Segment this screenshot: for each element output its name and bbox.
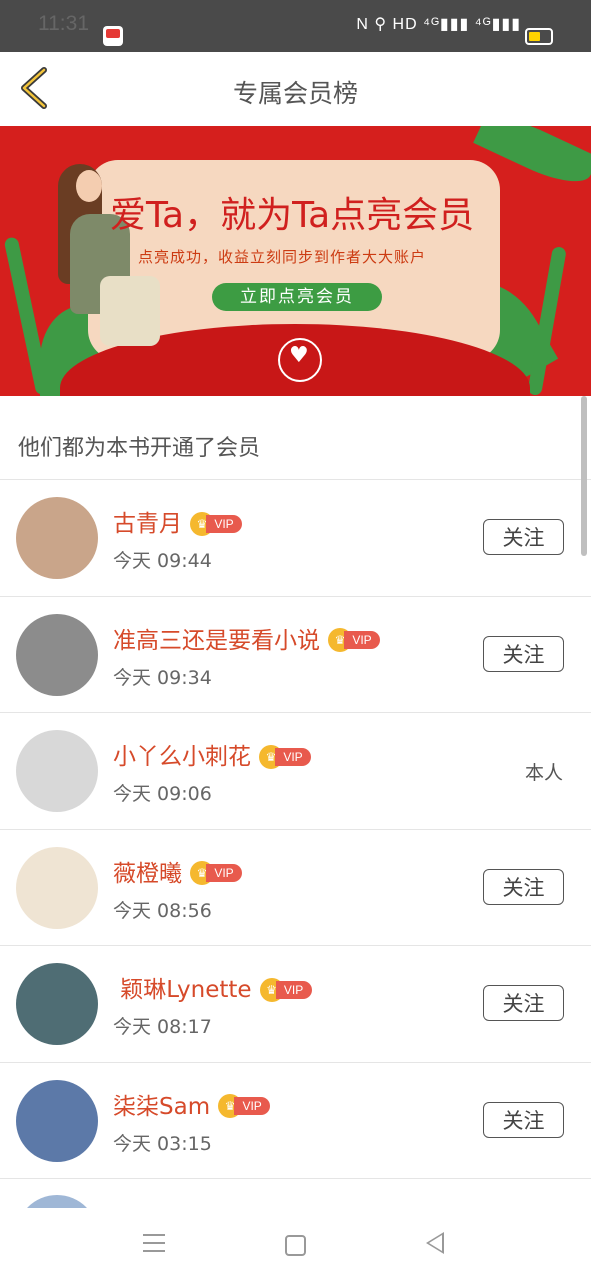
- member-name[interactable]: ⁡ 颖琳Lynette ♛ VIP: [113, 970, 312, 1004]
- list-item[interactable]: 小丫么小刺花 ♛ VIP 今天 09:06 本人: [0, 713, 591, 829]
- member-name[interactable]: 薇橙曦 ♛ VIP: [113, 854, 242, 888]
- follow-button[interactable]: 关注: [483, 985, 564, 1021]
- vip-label: VIP: [206, 864, 242, 882]
- join-time: 今天 09:44: [113, 550, 212, 572]
- vip-label: VIP: [275, 747, 311, 766]
- member-name[interactable]: 柒柒Sam ♛ VIP: [113, 1087, 271, 1121]
- promo-banner[interactable]: 爱Ta，就为Ta点亮会员 点亮成功，收益立刻同步到作者大大账户 立即点亮会员: [0, 126, 591, 396]
- status-indicators: N ⚲ HD ⁴ᴳ▮▮▮ ⁴ᴳ▮▮▮: [356, 16, 521, 33]
- join-time: 今天 08:17: [113, 1016, 212, 1038]
- activate-membership-button[interactable]: 立即点亮会员: [212, 283, 382, 311]
- follow-button[interactable]: 关注: [483, 1101, 564, 1138]
- scrollbar[interactable]: [581, 396, 587, 556]
- member-name[interactable]: 准高三还是要看小说 ♛ VIP: [113, 621, 380, 655]
- vip-badge: ♛ VIP: [190, 861, 242, 885]
- vip-badge: ♛ VIP: [259, 744, 311, 769]
- list-item[interactable]: 准高三还是要看小说 ♛ VIP 今天 09:34 关注: [0, 597, 591, 713]
- list-item[interactable]: 古青月 ♛ VIP 今天 09:44 关注: [0, 480, 591, 596]
- list-item[interactable]: 薇橙曦 ♛ VIP 今天 08:56 关注: [0, 830, 591, 946]
- member-name-text: 小丫么小刺花: [113, 744, 251, 770]
- heart-seal-icon: [278, 338, 322, 382]
- battery-icon: [525, 28, 553, 45]
- avatar[interactable]: [16, 613, 98, 696]
- banner-headline: 爱Ta，就为Ta点亮会员: [110, 195, 475, 236]
- banner-subtitle: 点亮成功，收益立刻同步到作者大大账户: [138, 248, 427, 266]
- member-name-text: ⁡ 颖琳Lynette: [113, 977, 252, 1003]
- follow-button[interactable]: 关注: [483, 635, 564, 672]
- home-icon[interactable]: [285, 1235, 306, 1256]
- top-nav-bar: 专属会员榜: [0, 52, 591, 127]
- join-time: 今天 09:06: [113, 783, 212, 805]
- vip-label: VIP: [234, 1097, 271, 1115]
- join-time: 今天 09:34: [113, 666, 212, 689]
- member-name[interactable]: 古青月 ♛ VIP: [113, 504, 242, 538]
- illustration-girl-skirt: [100, 276, 160, 346]
- avatar: [16, 1195, 98, 1208]
- join-time: 今天 08:56: [113, 899, 212, 922]
- illustration-girl-face: [76, 170, 102, 202]
- member-name-text: 古青月: [113, 511, 182, 537]
- vip-label: VIP: [275, 980, 312, 999]
- self-label: 本人: [525, 762, 564, 784]
- section-title: 他们都为本书开通了会员: [18, 436, 261, 461]
- page-title: 专属会员榜: [232, 79, 358, 108]
- status-bar: 11:31 N ⚲ HD ⁴ᴳ▮▮▮ ⁴ᴳ▮▮▮: [0, 0, 591, 52]
- app-notification-icon: [103, 26, 123, 46]
- vip-badge: ♛ VIP: [259, 977, 312, 1002]
- member-name[interactable]: 小丫么小刺花 ♛ VIP: [113, 737, 311, 771]
- back-triangle-icon[interactable]: [426, 1232, 444, 1254]
- vip-badge: ♛ VIP: [190, 511, 242, 536]
- member-name-text: 准高三还是要看小说: [113, 627, 320, 654]
- list-item-partial: [0, 1178, 591, 1208]
- avatar[interactable]: [16, 846, 98, 929]
- menu-icon[interactable]: [143, 1234, 165, 1252]
- avatar[interactable]: [16, 963, 98, 1045]
- vip-label: VIP: [344, 631, 380, 649]
- vip-label: VIP: [206, 514, 242, 533]
- follow-button[interactable]: 关注: [483, 868, 564, 905]
- member-name-text: 柒柒Sam: [113, 1093, 211, 1120]
- status-time: 11:31: [38, 12, 89, 35]
- join-time: 今天 03:15: [113, 1132, 212, 1155]
- list-item[interactable]: 柒柒Sam ♛ VIP 今天 03:15 关注: [0, 1063, 591, 1179]
- vip-badge: ♛ VIP: [328, 628, 380, 652]
- follow-button[interactable]: 关注: [483, 519, 564, 555]
- vip-badge: ♛ VIP: [218, 1094, 271, 1118]
- list-item[interactable]: ⁡ 颖琳Lynette ♛ VIP 今天 08:17 关注: [0, 946, 591, 1062]
- avatar[interactable]: [16, 497, 98, 579]
- system-nav-bar: [0, 1208, 591, 1280]
- member-name-text: 薇橙曦: [113, 860, 182, 887]
- avatar[interactable]: [16, 730, 98, 812]
- avatar[interactable]: [16, 1079, 98, 1162]
